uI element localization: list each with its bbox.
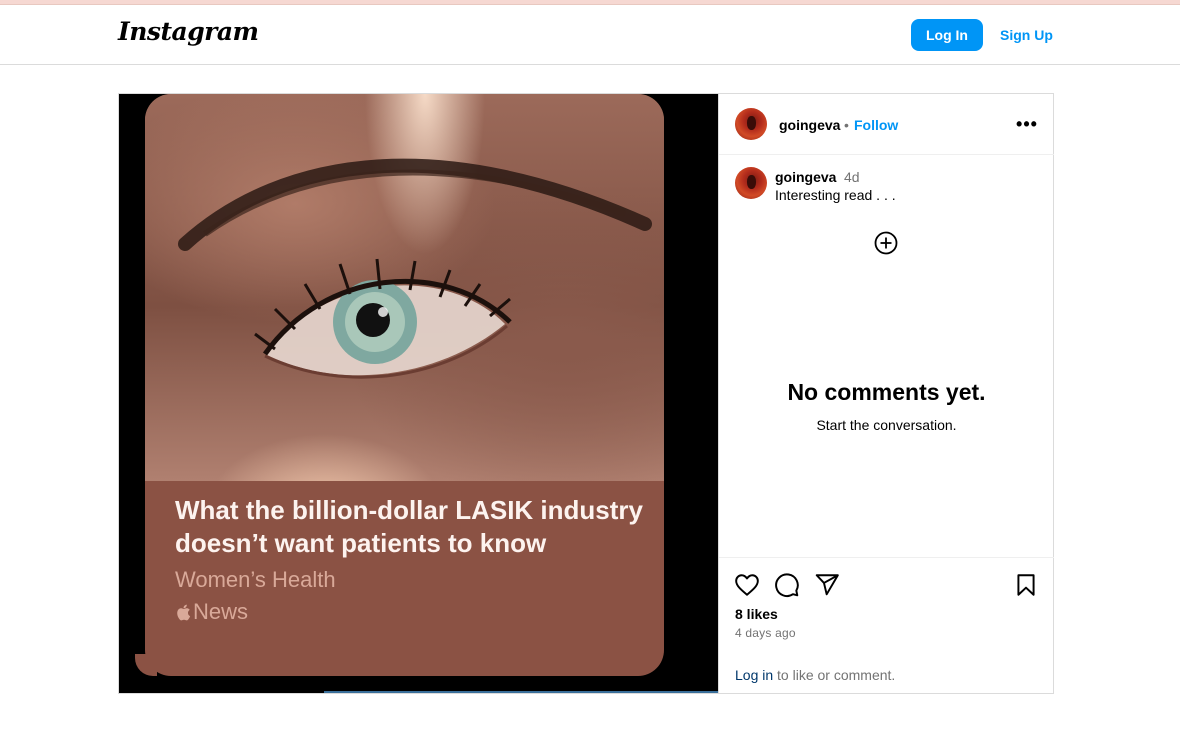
news-card-text: What the billion-dollar LASIK industry d… xyxy=(175,494,645,626)
login-link[interactable]: Log in xyxy=(735,667,773,683)
no-comments-subtitle: Start the conversation. xyxy=(816,417,957,433)
follow-button[interactable]: Follow xyxy=(854,117,898,133)
author-avatar[interactable] xyxy=(735,108,767,140)
post-actions: 8 likes 4 days ago Log in to like or com… xyxy=(719,557,1054,693)
instagram-logo[interactable]: Instagram xyxy=(118,17,259,46)
caption-timestamp[interactable]: 4d xyxy=(844,169,860,185)
author-username[interactable]: goingeva xyxy=(779,117,840,133)
likes-count[interactable]: 8 likes xyxy=(735,606,778,622)
news-card: What the billion-dollar LASIK industry d… xyxy=(145,94,664,676)
top-nav: Instagram Log In Sign Up xyxy=(0,5,1180,65)
news-brand: News xyxy=(175,598,645,626)
login-button[interactable]: Log In xyxy=(911,19,983,51)
bookmark-icon[interactable] xyxy=(1013,572,1039,598)
caption-username[interactable]: goingeva xyxy=(775,169,836,185)
news-brand-label: News xyxy=(193,599,249,624)
post-date[interactable]: 4 days ago xyxy=(735,626,796,640)
signup-link[interactable]: Sign Up xyxy=(1000,27,1053,43)
comment-icon[interactable] xyxy=(774,572,800,598)
caption-avatar[interactable] xyxy=(735,167,767,199)
separator-dot: • xyxy=(844,117,849,133)
eye-illustration xyxy=(178,158,652,379)
media-progress-line xyxy=(324,691,718,693)
eye-photo xyxy=(145,94,664,481)
no-comments-title: No comments yet. xyxy=(787,379,986,405)
more-options-icon[interactable]: ••• xyxy=(1015,114,1039,134)
login-prompt: Log in to like or comment. xyxy=(735,667,895,683)
news-headline: What the billion-dollar LASIK industry d… xyxy=(175,495,643,558)
post-sidebar: goingeva • Follow ••• goingeva 4d Intere… xyxy=(718,94,1054,693)
bubble-tail xyxy=(135,654,157,676)
share-icon[interactable] xyxy=(814,572,840,598)
post-header: goingeva • Follow ••• xyxy=(719,94,1054,155)
post-container: What the billion-dollar LASIK industry d… xyxy=(118,93,1054,694)
add-circle-icon[interactable] xyxy=(874,231,898,255)
post-media[interactable]: What the billion-dollar LASIK industry d… xyxy=(119,94,718,693)
heart-icon[interactable] xyxy=(734,572,760,598)
apple-logo-icon xyxy=(177,604,191,620)
caption-text: Interesting read . . . xyxy=(775,187,896,203)
news-publisher: Women’s Health xyxy=(175,567,336,592)
login-prompt-text: to like or comment. xyxy=(773,667,896,683)
